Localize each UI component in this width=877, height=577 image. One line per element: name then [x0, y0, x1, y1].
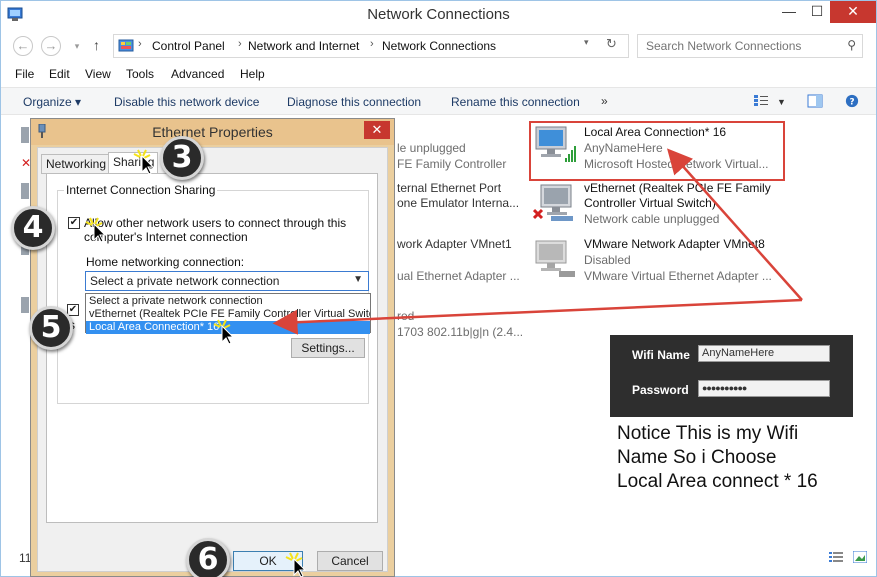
cancel-button[interactable]: Cancel	[317, 551, 383, 571]
minimize-button[interactable]: —	[775, 1, 803, 23]
allow-sharing-label-line2: computer's Internet connection	[84, 230, 248, 244]
up-button[interactable]: ↑	[93, 37, 100, 53]
step-badge-3: 3	[160, 136, 204, 180]
preview-pane-icon[interactable]	[807, 94, 823, 108]
cursor-click-icon	[285, 552, 307, 577]
view-options-chevron-icon[interactable]: ▼	[777, 97, 786, 107]
change-view-icon[interactable]	[753, 94, 769, 108]
window-title: Network Connections	[367, 6, 510, 23]
refresh-icon[interactable]: ↻	[606, 36, 617, 52]
svg-text:?: ?	[849, 98, 854, 108]
allow-sharing-label[interactable]: Allow other network users to connect thr…	[84, 216, 346, 230]
partial-item-status: le unplugged	[397, 141, 466, 155]
cursor-click-icon	[133, 149, 155, 174]
breadcrumb-control-panel[interactable]: Control Panel	[152, 39, 225, 53]
partial-item-adapter: 1703 802.11b|g|n (2.4...	[397, 325, 524, 339]
notice-line: Notice This is my Wifi	[617, 423, 799, 444]
settings-button[interactable]: Settings...	[291, 338, 365, 358]
connection-name: vEthernet (Realtek PCIe FE Family	[584, 181, 771, 195]
breadcrumb-separator: ›	[138, 38, 142, 50]
step-badge-4: 4	[11, 206, 55, 250]
menu-help[interactable]: Help	[240, 67, 265, 81]
search-input[interactable]	[646, 38, 836, 54]
disable-device-button[interactable]: Disable this network device	[114, 95, 259, 109]
wifi-name-label: Wifi Name	[632, 348, 690, 362]
control-panel-icon	[118, 39, 134, 52]
partial-item-name[interactable]: work Adapter VMnet1	[397, 237, 512, 251]
forward-button[interactable]: →	[41, 36, 61, 56]
network-computer-disabled-icon	[535, 240, 575, 277]
notice-line: Local Area connect * 16	[617, 471, 818, 492]
dialog-body: Networking Sharing Internet Connection S…	[37, 147, 388, 572]
ethernet-properties-dialog: Ethernet Properties ✕ Networking Sharing…	[30, 118, 395, 577]
recent-locations-chevron-icon[interactable]: ▾	[67, 38, 87, 58]
cursor-click-icon	[213, 319, 235, 344]
large-icons-view-icon[interactable]	[853, 551, 867, 563]
menu-advanced[interactable]: Advanced	[171, 67, 224, 81]
breadcrumb[interactable]: › Control Panel › Network and Internet ›…	[113, 34, 629, 58]
step-badge-6: 6	[186, 538, 230, 577]
allow-sharing-checkbox[interactable]: ✔	[68, 217, 80, 229]
home-networking-label: Home networking connection:	[86, 255, 245, 269]
partial-item-adapter: FE Family Controller	[397, 157, 507, 171]
breadcrumb-network-and-internet[interactable]: Network and Internet	[248, 39, 359, 53]
wifi-name-field: AnyNameHere	[698, 345, 830, 362]
group-label: Internet Connection Sharing	[64, 183, 218, 197]
partial-item-status: red	[397, 309, 415, 323]
more-commands-button[interactable]: »	[601, 94, 608, 108]
partial-network-icon	[21, 183, 29, 199]
diagnose-connection-button[interactable]: Diagnose this connection	[287, 95, 421, 109]
notice-annotation: Notice This is my Wifi Name So i Choose …	[617, 422, 867, 494]
dialog-close-button[interactable]: ✕	[364, 121, 390, 139]
menu-file[interactable]: File	[15, 67, 34, 81]
partial-network-icon	[21, 297, 29, 313]
chevron-down-icon[interactable]: ▼	[353, 274, 363, 285]
search-icon[interactable]: ⚲	[847, 38, 856, 52]
menu-edit[interactable]: Edit	[49, 67, 70, 81]
breadcrumb-separator: ›	[238, 38, 242, 50]
wifi-password-field: ●●●●●●●●●●	[698, 380, 830, 397]
close-button[interactable]: ✕	[830, 1, 876, 23]
network-computer-disconnected-icon	[533, 184, 573, 221]
menu-tools[interactable]: Tools	[126, 67, 154, 81]
maximize-button[interactable]: ☐	[803, 1, 831, 23]
select-value: Select a private network connection	[90, 274, 280, 288]
connection-status: Network cable unplugged	[584, 212, 720, 226]
dialog-title-bar: Ethernet Properties ✕	[31, 119, 394, 145]
dropdown-option[interactable]: Select a private network connection	[86, 295, 370, 308]
partial-item-name[interactable]: ternal Ethernet Port	[397, 181, 501, 195]
home-connection-select[interactable]: Select a private network connection ▼	[85, 271, 369, 291]
partial-item-adapter: one Emulator Interna...	[397, 196, 520, 210]
connection-name-line2: Controller Virtual Switch)	[584, 196, 716, 210]
partial-network-icon	[21, 127, 29, 143]
back-button[interactable]: ←	[13, 36, 33, 56]
search-box[interactable]: ⚲	[637, 34, 863, 58]
tab-networking[interactable]: Networking	[41, 154, 112, 174]
title-bar: Network Connections — ☐ ✕	[1, 1, 876, 29]
breadcrumb-network-connections[interactable]: Network Connections	[382, 39, 496, 53]
rename-connection-button[interactable]: Rename this connection	[451, 95, 580, 109]
address-bar: ← → ▾ ↑ › Control Panel › Network and In…	[1, 33, 876, 59]
connection-adapter: VMware Virtual Ethernet Adapter ...	[584, 269, 772, 283]
address-dropdown-icon[interactable]: ▾	[584, 37, 589, 48]
help-icon[interactable]: ?	[844, 94, 860, 108]
wifi-settings-panel: Wifi Name AnyNameHere Password ●●●●●●●●●…	[610, 335, 853, 417]
annotation-highlight-box	[529, 121, 785, 181]
notice-line: Name So i Choose	[617, 447, 777, 468]
breadcrumb-separator: ›	[370, 38, 374, 50]
cursor-click-icon	[85, 217, 107, 242]
menu-view[interactable]: View	[85, 67, 111, 81]
organize-button[interactable]: Organize ▾	[23, 95, 81, 109]
dialog-title: Ethernet Properties	[152, 124, 273, 140]
partial-item-adapter: ual Ethernet Adapter ...	[397, 269, 520, 283]
connection-status: Disabled	[584, 253, 631, 267]
details-view-icon[interactable]	[829, 551, 843, 563]
step-badge-5: 5	[29, 306, 73, 350]
command-bar: Organize ▾ Disable this network device D…	[1, 87, 876, 115]
wifi-password-label: Password	[632, 383, 689, 397]
connection-name: VMware Network Adapter VMnet8	[584, 237, 765, 251]
